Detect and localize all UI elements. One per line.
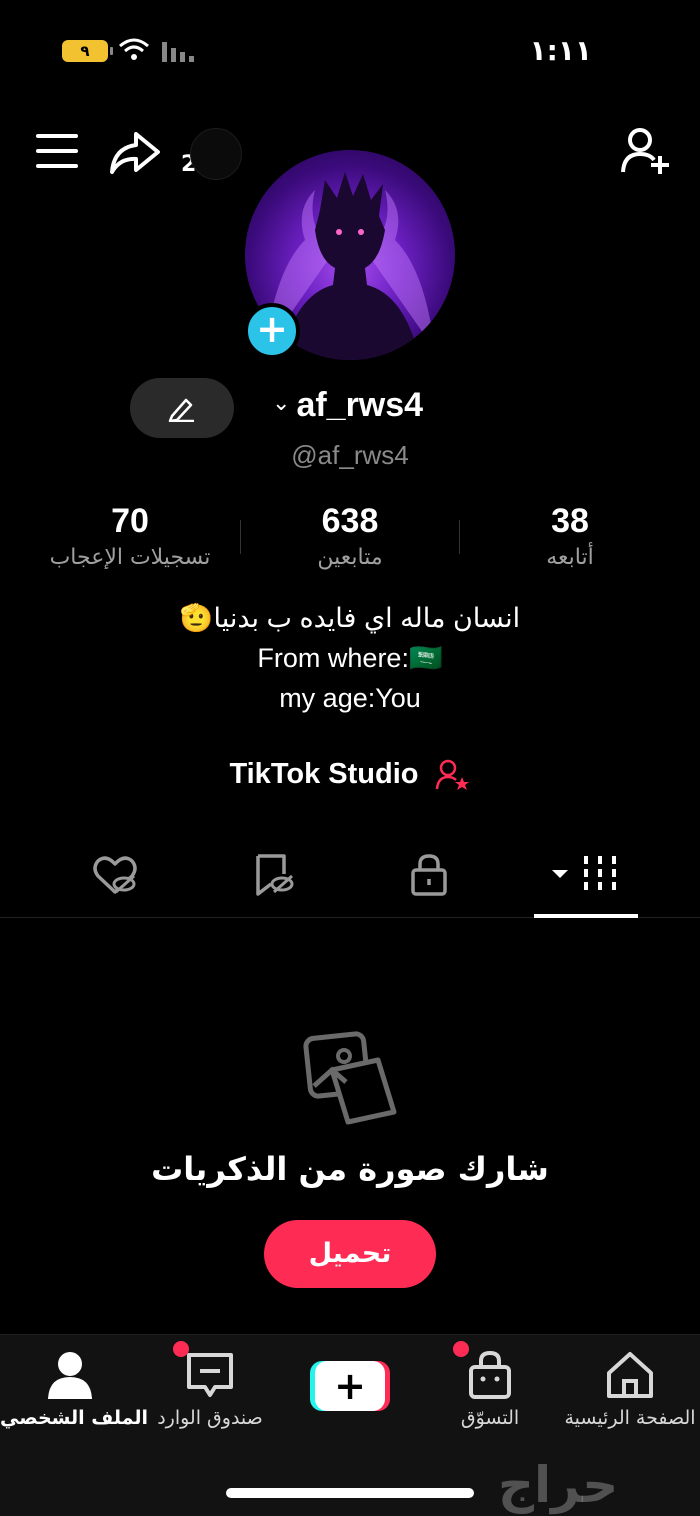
status-time: ١:١١ (529, 34, 592, 67)
menu-icon[interactable] (36, 134, 78, 170)
story-circle[interactable] (190, 128, 242, 180)
grid-icon (552, 856, 616, 894)
edit-profile-button[interactable] (130, 378, 234, 438)
following-stat[interactable]: 38 أتابعه (460, 502, 680, 570)
create-button[interactable]: + (310, 1361, 390, 1411)
home-icon (607, 1352, 653, 1398)
heart-hidden-icon (93, 856, 137, 894)
plus-icon: + (315, 1361, 385, 1411)
tab-liked[interactable] (80, 852, 150, 902)
likes-stat[interactable]: 70 تسجيلات الإعجاب (20, 502, 240, 570)
inbox-notification-dot (173, 1341, 189, 1357)
nav-home[interactable]: الصفحة الرئيسية (560, 1349, 700, 1429)
chevron-down-icon: ⌄ (272, 391, 291, 416)
creator-star-icon (435, 760, 469, 791)
nav-shop[interactable]: التسوّق (420, 1349, 560, 1429)
haraj-watermark: حراج (498, 1456, 619, 1514)
profile-bio: انسان ماله اي فايده ب بدنيا🫡 From where:… (0, 598, 700, 718)
nav-profile-label: الملف الشخصي (0, 1407, 149, 1429)
followers-stat[interactable]: 638 متابعين (240, 502, 460, 570)
upload-button[interactable]: تحميل (264, 1220, 436, 1288)
nav-inbox-label: صندوق الوارد (157, 1407, 263, 1429)
cellular-signal-icon (160, 40, 200, 66)
following-label: أتابعه (546, 545, 594, 570)
shopping-bag-icon (469, 1350, 511, 1399)
empty-state-title: شارك صورة من الذكريات (151, 1150, 549, 1188)
followers-count: 638 (321, 502, 379, 540)
active-tab-indicator (534, 914, 638, 918)
battery-indicator: ٩ (62, 40, 113, 62)
nav-shop-label: التسوّق (460, 1407, 520, 1429)
username: af_rws4 (296, 386, 424, 424)
shop-notification-dot (453, 1341, 469, 1357)
wifi-icon (118, 38, 150, 66)
followers-label: متابعين (317, 545, 383, 570)
likes-label: تسجيلات الإعجاب (49, 545, 211, 570)
bio-line: انسان ماله اي فايده ب بدنيا🫡 (179, 603, 521, 633)
tab-private[interactable] (394, 852, 464, 902)
divider (240, 520, 241, 554)
add-story-button[interactable]: + (244, 303, 300, 359)
inbox-icon (187, 1353, 233, 1397)
bio-line: my age:You (279, 683, 421, 713)
lock-icon (411, 854, 447, 896)
pencil-icon (168, 398, 194, 422)
bookmark-hidden-icon (256, 854, 294, 896)
tab-favorites[interactable] (238, 852, 308, 902)
following-count: 38 (551, 502, 589, 540)
photo-memories-icon (302, 1030, 398, 1130)
nav-home-label: الصفحة الرئيسية (564, 1407, 696, 1429)
user-handle: @af_rws4 (291, 440, 409, 470)
nav-profile[interactable]: الملف الشخصي (0, 1349, 149, 1429)
share-icon[interactable] (106, 128, 162, 182)
add-friend-icon[interactable] (620, 126, 670, 182)
nav-inbox[interactable]: صندوق الوارد (140, 1349, 280, 1429)
likes-count: 70 (111, 502, 149, 540)
tiktok-studio-link[interactable]: TikTok Studio (0, 758, 700, 792)
account-switcher[interactable]: ⌄ af_rws4 (272, 386, 423, 425)
studio-label: TikTok Studio (229, 758, 419, 790)
profile-icon (48, 1352, 92, 1399)
bio-line: From where:🇸🇦 (257, 643, 443, 673)
tab-videos[interactable] (548, 852, 624, 902)
home-indicator[interactable] (226, 1488, 474, 1498)
